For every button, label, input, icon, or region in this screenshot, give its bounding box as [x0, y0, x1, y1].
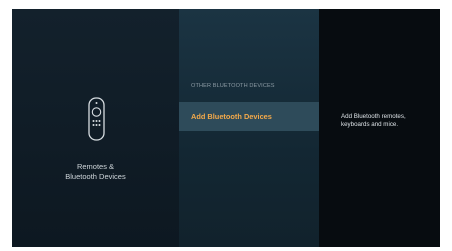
category-pane: Remotes & Bluetooth Devices: [12, 9, 179, 247]
category-title-line1: Remotes &: [76, 162, 115, 171]
menu-item-label: Add Bluetooth Devices: [191, 112, 272, 121]
remote-control-icon: [88, 97, 105, 141]
section-header: OTHER BLUETOOTH DEVICES: [191, 83, 275, 89]
category-title-line2: Bluetooth Devices: [65, 172, 126, 181]
tv-screen: Remotes & Bluetooth Devices OTHER BLUETO…: [12, 9, 440, 247]
item-description: Add Bluetooth remotes, keyboards and mic…: [341, 113, 406, 128]
menu-item-add-bluetooth-devices[interactable]: Add Bluetooth Devices: [179, 102, 319, 131]
category-title: Remotes & Bluetooth Devices: [12, 162, 179, 182]
